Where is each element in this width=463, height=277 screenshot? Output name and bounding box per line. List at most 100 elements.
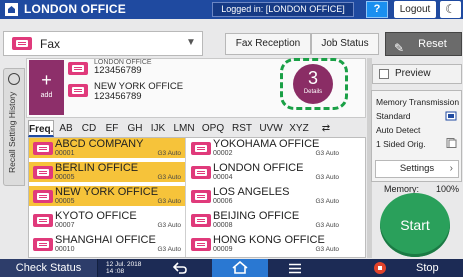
tab-opq[interactable]: OPQ — [199, 120, 227, 137]
check-status-button[interactable]: Check Status — [0, 259, 98, 277]
tab-ijk[interactable]: IJK — [147, 120, 169, 137]
menu-button[interactable] — [280, 259, 310, 277]
entry-number: 00002 — [213, 150, 233, 157]
fax-icon — [191, 214, 211, 227]
switch-view-icon[interactable]: ⇄ — [316, 120, 336, 137]
setting-sides: 1 Sided Orig. — [376, 139, 426, 149]
entry-number: 00008 — [213, 222, 233, 229]
entry-name: NEW YORK OFFICE — [55, 186, 159, 198]
entry-number: 00005 — [55, 198, 75, 205]
reset-label: Reset — [418, 38, 447, 50]
settings-label: Settings — [399, 163, 435, 174]
chevron-right-icon: › — [449, 163, 453, 174]
recall-tab-label: Recall Setting History — [7, 91, 17, 173]
fax-icon — [12, 37, 32, 50]
resolution-icon — [445, 111, 457, 121]
details-circle: 3 Details — [293, 64, 333, 104]
details-label: Details — [303, 89, 323, 95]
stop-button[interactable]: Stop — [366, 259, 463, 277]
entry-name: BERLIN OFFICE — [55, 162, 139, 174]
start-button[interactable]: Start — [380, 193, 450, 257]
fax-reception-button[interactable]: Fax Reception — [225, 33, 311, 55]
date-time: 12 Jul. 2018 14 :08 — [106, 261, 141, 277]
energy-saver-icon[interactable]: ☾ — [440, 1, 461, 18]
history-clock-icon — [8, 73, 20, 85]
address-book-list: ABCD COMPANY 00001 G3 Auto YOKOHAMA OFFI… — [28, 137, 366, 258]
tab-lmn[interactable]: LMN — [170, 120, 198, 137]
entry-number: 00009 — [213, 246, 233, 253]
address-entry[interactable]: BEIJING OFFICE 00008 G3 Auto — [187, 210, 343, 230]
entry-mode: G3 Auto — [315, 174, 340, 181]
fax-icon — [33, 166, 53, 179]
entry-name: YOKOHAMA OFFICE — [213, 138, 320, 150]
entry-name: KYOTO OFFICE — [55, 210, 137, 222]
tab-ab[interactable]: AB — [55, 120, 77, 137]
entry-mode: G3 Auto — [315, 222, 340, 229]
home-button[interactable] — [212, 259, 268, 277]
reset-button[interactable]: ✎ Reset — [385, 32, 462, 56]
date-text: 12 Jul. 2018 — [106, 261, 142, 268]
recall-setting-history-tab[interactable]: Recall Setting History — [3, 68, 25, 186]
help-button[interactable]: ? — [366, 1, 388, 18]
entry-mode: G3 Auto — [157, 198, 182, 205]
tab-ef[interactable]: EF — [101, 120, 123, 137]
setting-memory-transmission: Memory Transmission — [376, 97, 460, 107]
address-entry[interactable]: HONG KONG OFFICE 00009 G3 Auto — [187, 234, 343, 254]
entry-mode: G3 Auto — [315, 150, 340, 157]
address-entry[interactable]: LOS ANGELES 00006 G3 Auto — [187, 186, 343, 206]
login-status: Logged in: [LONDON OFFICE] — [212, 2, 354, 17]
entry-name: LOS ANGELES — [213, 186, 290, 198]
tab-xyz[interactable]: XYZ — [286, 120, 312, 137]
tab-uvw[interactable]: UVW — [257, 120, 285, 137]
address-entry[interactable]: YOKOHAMA OFFICE 00002 G3 Auto — [187, 138, 343, 158]
address-entry[interactable]: NEW YORK OFFICE 00005 G3 Auto — [29, 186, 185, 206]
entry-mode: G3 Auto — [157, 246, 182, 253]
title-bar: LONDON OFFICE Logged in: [LONDON OFFICE]… — [0, 0, 463, 19]
preview-label: Preview — [395, 68, 431, 79]
back-button[interactable] — [160, 259, 200, 277]
add-destination-button[interactable]: + add — [29, 60, 64, 115]
address-entry[interactable]: ABCD COMPANY 00001 G3 Auto — [29, 138, 185, 158]
address-entry[interactable]: LONDON OFFICE 00004 G3 Auto — [187, 162, 343, 182]
address-entry[interactable]: BERLIN OFFICE 00005 G3 Auto — [29, 162, 185, 182]
address-entry[interactable]: KYOTO OFFICE 00007 G3 Auto — [29, 210, 185, 230]
entry-number: 00005 — [55, 174, 75, 181]
job-status-button[interactable]: Job Status — [311, 33, 379, 55]
memory-value: 100% — [436, 184, 460, 194]
back-arrow-icon — [172, 262, 187, 274]
plus-icon: + — [41, 70, 52, 90]
entry-mode: G3 Auto — [157, 174, 182, 181]
fax-icon — [33, 238, 53, 251]
fax-icon — [191, 190, 211, 203]
entry-number: 00010 — [55, 246, 75, 253]
time-text: 14 :08 — [106, 268, 125, 275]
destination-details-button[interactable]: 3 Details — [280, 58, 348, 110]
entry-name: LONDON OFFICE — [213, 162, 304, 174]
preview-checkbox[interactable] — [379, 69, 389, 79]
menu-icon — [289, 263, 301, 274]
add-label: add — [40, 92, 53, 99]
fax-icon — [33, 190, 53, 203]
entry-mode: G3 Auto — [315, 198, 340, 205]
entry-name: ABCD COMPANY — [55, 138, 144, 150]
stop-label: Stop — [416, 262, 439, 274]
setting-resolution: Standard — [376, 111, 411, 121]
tab-freq[interactable]: Freq. — [28, 120, 54, 137]
entry-name: SHANGHAI OFFICE — [55, 234, 156, 246]
tab-rst[interactable]: RST — [228, 120, 256, 137]
system-bar: Check Status 12 Jul. 2018 14 :08 Stop — [0, 259, 463, 277]
home-icon — [232, 260, 248, 274]
entry-number: 00001 — [55, 150, 75, 157]
settings-button[interactable]: Settings › — [375, 160, 459, 178]
tab-gh[interactable]: GH — [124, 120, 146, 137]
fax-icon — [68, 62, 88, 75]
tab-cd[interactable]: CD — [78, 120, 100, 137]
entry-number: 00004 — [213, 174, 233, 181]
logout-button[interactable]: Logout — [394, 1, 436, 18]
entry-number: 00007 — [55, 222, 75, 229]
app-selector[interactable]: Fax ▼ — [3, 31, 203, 56]
preview-toggle[interactable]: Preview — [372, 64, 462, 84]
app-selector-label: Fax — [40, 37, 61, 51]
address-book-index-tabs: Freq. AB CD EF GH IJK LMN OPQ RST UVW XY… — [28, 120, 366, 137]
address-entry[interactable]: SHANGHAI OFFICE 00010 G3 Auto — [29, 234, 185, 254]
